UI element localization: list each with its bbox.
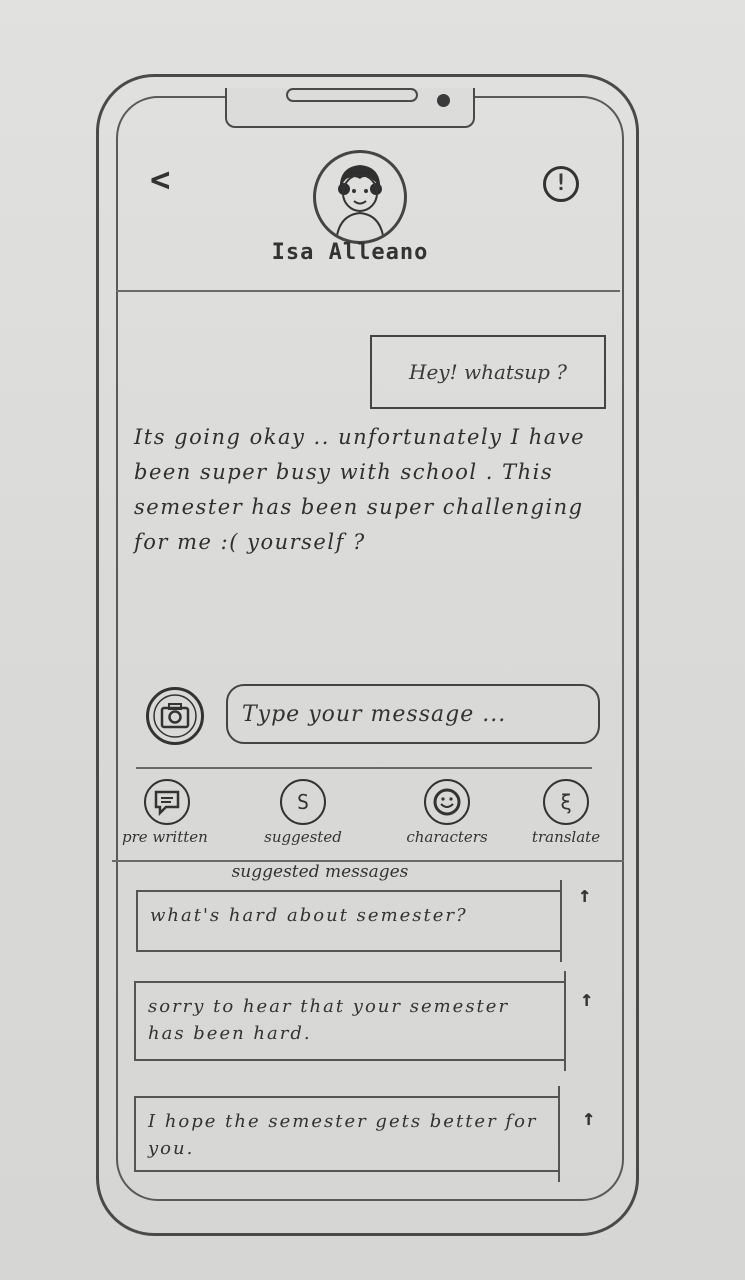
camera-button[interactable] (146, 687, 204, 745)
suggestion-item[interactable]: I hope the semester gets better for you. (134, 1086, 560, 1182)
translate-icon: ξ (543, 779, 589, 825)
speaker-grille (286, 88, 418, 102)
info-icon[interactable]: ! (543, 166, 579, 202)
message-input[interactable] (226, 684, 600, 744)
avatar[interactable] (313, 150, 407, 244)
incoming-message: Its going okay .. unfortunately I have b… (134, 425, 586, 554)
suggestion-edge (564, 971, 566, 1071)
tool-label: pre written (122, 828, 208, 846)
tool-prewritten-button[interactable]: pre written (117, 779, 217, 845)
suggestion-edge (558, 1086, 560, 1182)
suggestion-text: what's hard about semester? (150, 905, 468, 926)
suggestion-item[interactable]: sorry to hear that your semester has bee… (134, 971, 566, 1071)
suggestion-edge (560, 880, 562, 962)
tool-label: translate (531, 828, 601, 846)
back-icon[interactable]: < (150, 160, 170, 200)
outgoing-message: Hey! whatsup ? (370, 335, 606, 409)
suggestion-text: I hope the semester gets better for you. (148, 1111, 538, 1159)
tool-suggested-button[interactable]: S suggested (248, 779, 358, 845)
suggestion-text: sorry to hear that your semester has bee… (148, 996, 510, 1044)
tool-translate-button[interactable]: ξ translate (518, 779, 614, 845)
contact-name: Isa Alleano (271, 240, 429, 265)
suggestion-item[interactable]: what's hard about semester? (136, 880, 562, 962)
send-suggestion-2-button[interactable]: ↑ (580, 987, 593, 1012)
tool-label: suggested (264, 828, 342, 846)
person-icon (335, 165, 385, 241)
send-suggestion-1-button[interactable]: ↑ (578, 883, 591, 908)
tool-characters-button[interactable]: characters (392, 779, 502, 845)
s-letter-icon: S (280, 779, 326, 825)
tool-label: characters (406, 828, 488, 846)
smiley-icon (424, 779, 470, 825)
header-divider (116, 290, 620, 292)
chat-bubble-icon (144, 779, 190, 825)
composer-divider (136, 767, 592, 769)
suggestions-title: suggested messages (231, 862, 409, 882)
front-camera (437, 94, 450, 107)
camera-icon (153, 694, 197, 738)
send-suggestion-3-button[interactable]: ↑ (582, 1106, 595, 1131)
